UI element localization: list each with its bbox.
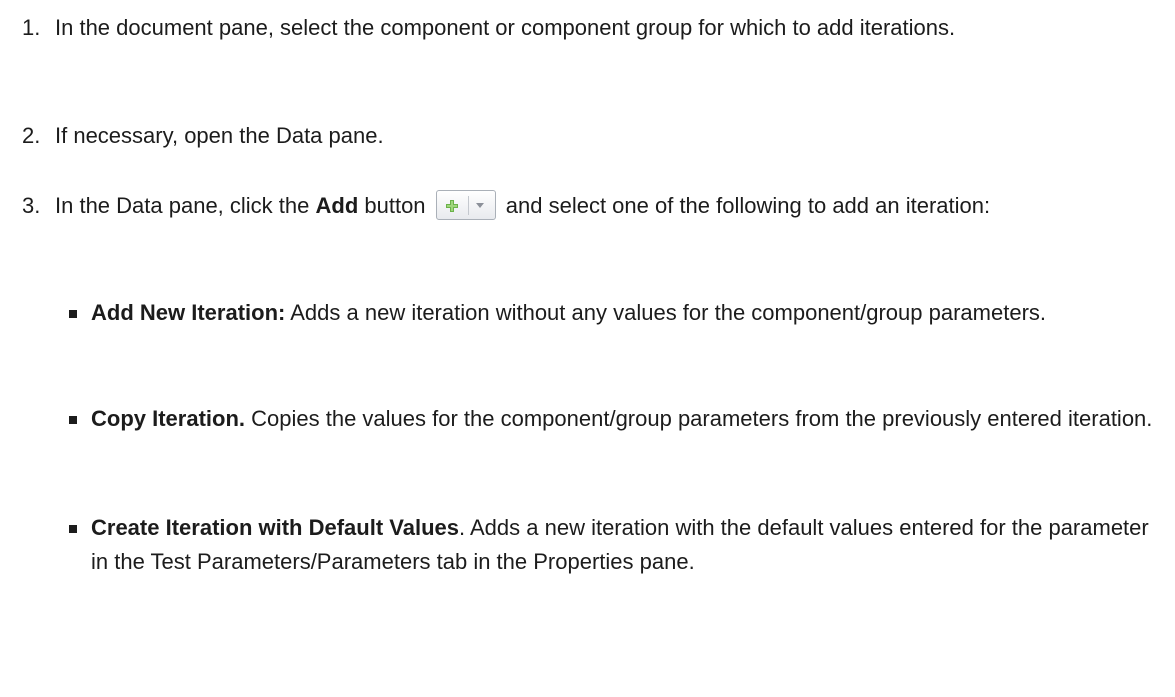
list-item-title: Create Iteration with Default Values bbox=[91, 515, 459, 540]
bullet-icon bbox=[69, 416, 77, 424]
step-text-mid: button bbox=[358, 193, 432, 218]
document-page: 1. In the document pane, select the comp… bbox=[0, 0, 1175, 697]
plus-icon bbox=[445, 200, 458, 213]
step-number: 2. bbox=[22, 123, 41, 148]
button-separator bbox=[467, 196, 469, 216]
add-button-name: Add bbox=[315, 193, 359, 218]
step-text-after: and select one of the following to add a… bbox=[499, 193, 991, 218]
bullet-icon bbox=[69, 525, 77, 533]
step-text: If necessary, open the Data pane. bbox=[55, 123, 384, 148]
list-item-text: Copy Iteration. Copies the values for th… bbox=[91, 402, 1162, 436]
list-item-title: Copy Iteration. bbox=[91, 406, 246, 431]
list-item-description: Copies the values for the component/grou… bbox=[245, 406, 1153, 431]
step-number: 3. bbox=[22, 193, 41, 218]
chevron-down-icon[interactable] bbox=[475, 203, 484, 209]
list-item-description: Adds a new iteration without any values … bbox=[285, 300, 1047, 325]
step-text-before: In the Data pane, click the bbox=[55, 193, 316, 218]
list-item-title: Add New Iteration: bbox=[91, 300, 286, 325]
step-text: In the Data pane, click the Add button a… bbox=[55, 189, 1162, 223]
step-text: In the document pane, select the compone… bbox=[55, 15, 956, 40]
list-item-text: Create Iteration with Default Values. Ad… bbox=[91, 511, 1162, 579]
add-button[interactable] bbox=[435, 190, 496, 221]
step-number: 1. bbox=[22, 15, 41, 40]
list-item-text: Add New Iteration: Adds a new iteration … bbox=[91, 296, 1162, 330]
bullet-icon bbox=[69, 310, 77, 318]
